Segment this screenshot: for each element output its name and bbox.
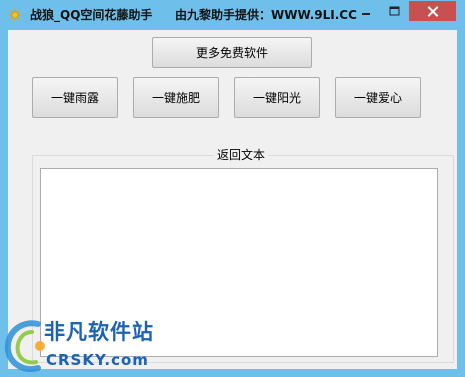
minimize-button[interactable] [353,1,379,21]
close-icon [427,5,438,17]
one-click-sunlight-button[interactable]: 一键阳光 [234,77,320,118]
watermark-cn-text: 非凡软件站 [44,320,154,344]
one-click-fertilize-button[interactable]: 一键施肥 [133,77,219,118]
more-free-software-button[interactable]: 更多免费软件 [152,37,312,68]
title-bar[interactable]: 战狼_QQ空间花藤助手 由九黎助手提供：WWW.9LI.CC [0,0,465,30]
maximize-icon [389,6,399,16]
minimize-icon [362,13,370,15]
close-button[interactable] [409,1,456,21]
crsky-watermark: 非凡软件站 CRSKY.com [0,314,190,377]
window-title: 战狼_QQ空间花藤助手 [30,8,153,22]
app-sun-icon [8,8,22,22]
one-click-love-button[interactable]: 一键爱心 [335,77,421,118]
one-click-water-button[interactable]: 一键雨露 [32,77,118,118]
maximize-button[interactable] [381,1,407,21]
watermark-en-text: CRSKY.com [46,351,149,369]
window-provider-text: 由九黎助手提供：WWW.9LI.CC [175,8,357,22]
app-window: 战狼_QQ空间花藤助手 由九黎助手提供：WWW.9LI.CC 更多免费软件 一键… [0,0,465,377]
return-text-group-label: 返回文本 [214,147,269,163]
